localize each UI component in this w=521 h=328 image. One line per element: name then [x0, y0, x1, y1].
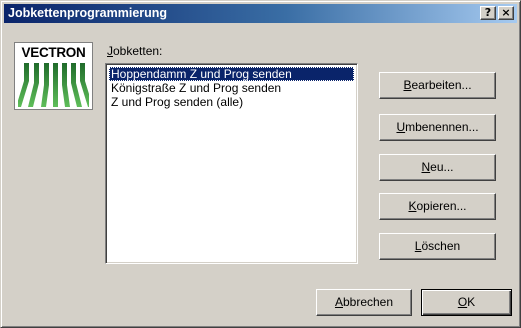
new-button[interactable]: Neu...	[379, 154, 496, 181]
list-item[interactable]: Hoppendamm Z und Prog senden	[109, 67, 354, 81]
copy-button[interactable]: Kopieren...	[379, 193, 496, 220]
rename-button[interactable]: Umbenennen...	[379, 114, 496, 141]
ok-button[interactable]: OK	[421, 289, 512, 316]
edit-button[interactable]: Bearbeiten...	[379, 72, 496, 99]
logo-text: VECTRON	[21, 45, 86, 60]
list-item[interactable]: Königstraße Z und Prog senden	[109, 81, 283, 95]
close-button[interactable]: ×	[498, 6, 514, 20]
joblist-label: Jobketten:	[107, 44, 163, 58]
delete-button[interactable]: Löschen	[379, 233, 496, 260]
vectron-logo-icon	[18, 63, 89, 107]
cancel-button[interactable]: Abbrechen	[316, 289, 412, 316]
vectron-logo: VECTRON	[14, 42, 93, 110]
window-title: Jobkettenprogrammierung	[8, 6, 168, 20]
list-item[interactable]: Z und Prog senden (alle)	[109, 95, 245, 109]
title-bar[interactable]: Jobkettenprogrammierung ? ×	[4, 4, 517, 23]
joblist-listbox[interactable]: Hoppendamm Z und Prog senden Königstraße…	[105, 63, 358, 264]
help-button[interactable]: ?	[480, 6, 496, 20]
dialog-window: Jobkettenprogrammierung ? × VECTRON Jobk…	[0, 0, 521, 328]
